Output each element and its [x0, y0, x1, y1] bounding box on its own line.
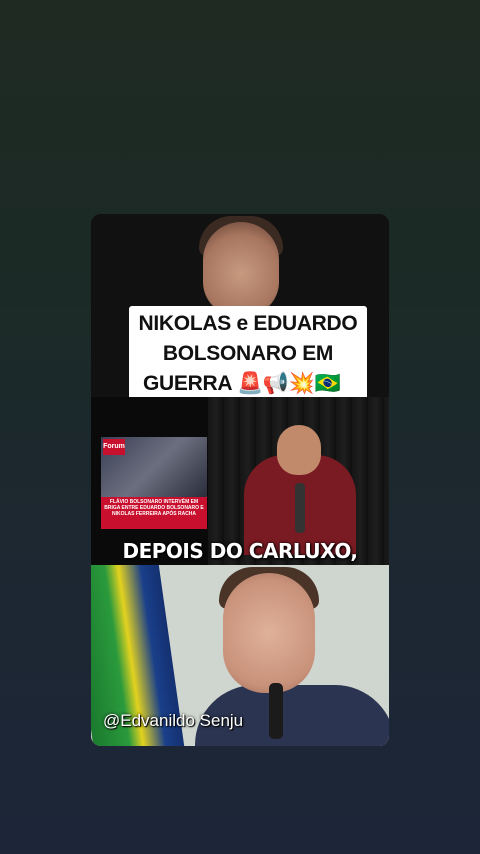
- title-box: NIKOLAS e EDUARDO BOLSONARO EM GUERRA 🚨📢…: [129, 306, 367, 397]
- video-card[interactable]: NIKOLAS e EDUARDO BOLSONARO EM GUERRA 🚨📢…: [91, 214, 389, 746]
- title-line-3: GUERRA 🚨📢💥🇧🇷: [143, 372, 341, 395]
- watermark: @Edvanildo Senju: [103, 711, 244, 730]
- microphone-icon: [295, 483, 305, 533]
- microphone-icon-2: [269, 683, 283, 739]
- person-portrait: [203, 222, 279, 316]
- presenter-head: [277, 425, 321, 475]
- top-video-panel: NIKOLAS e EDUARDO BOLSONARO EM GUERRA 🚨📢…: [91, 214, 389, 397]
- news-screenshot: Forum FLÁVIO BOLSONARO INTERVÉM EM BRIGA…: [101, 437, 207, 529]
- middle-video-panel: Forum FLÁVIO BOLSONARO INTERVÉM EM BRIGA…: [91, 397, 389, 565]
- person-face: [223, 573, 315, 693]
- subtitle-caption: DEPOIS DO CARLUXO,: [122, 539, 359, 563]
- title-line-2: BOLSONARO EM: [162, 342, 334, 365]
- title-line-1: NIKOLAS e EDUARDO: [138, 312, 358, 335]
- news-logo: Forum: [103, 439, 125, 455]
- news-headline: FLÁVIO BOLSONARO INTERVÉM EM BRIGA ENTRE…: [104, 499, 204, 517]
- bottom-video-panel: @Edvanildo Senju: [91, 565, 389, 746]
